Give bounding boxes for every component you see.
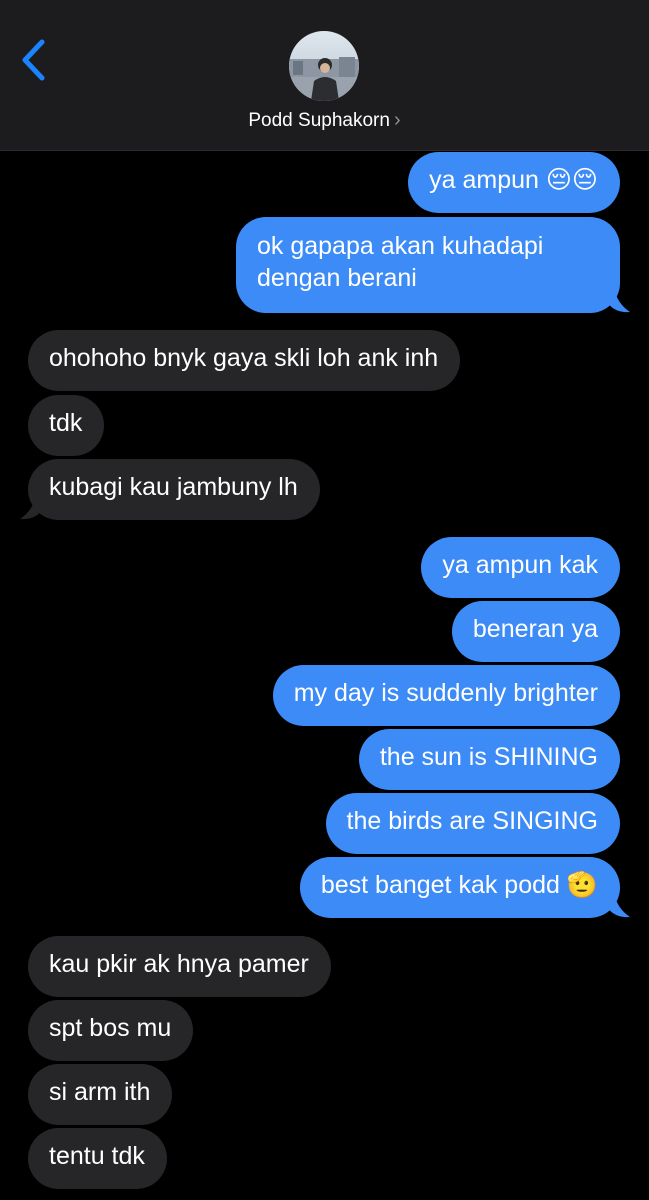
back-button[interactable] [18, 36, 50, 84]
chevron-right-icon: › [393, 109, 401, 131]
sent-message-bubble[interactable]: beneran ya [451, 601, 620, 662]
contact-name-button[interactable]: Podd Suphakorn › [0, 106, 649, 135]
received-message-bubble[interactable]: tdk [28, 395, 105, 456]
sent-message-bubble[interactable]: the sun is SHINING [358, 729, 620, 790]
sent-message-bubble[interactable]: my day is suddenly brighter [272, 665, 620, 726]
sent-message-bubble[interactable]: ya ampun 😔😔 [408, 152, 620, 213]
chevron-left-icon [22, 39, 45, 81]
conversation-header: Podd Suphakorn › [0, 0, 649, 151]
avatar[interactable] [289, 31, 359, 101]
received-bubble-tail [20, 495, 44, 520]
sent-bubble-tail [606, 893, 630, 918]
received-message-bubble[interactable]: kau pkir ak hnya pamer [28, 936, 331, 997]
sent-message-bubble[interactable]: ok gapapa akan kuhadapi dengan berani [236, 217, 620, 313]
received-message-bubble[interactable]: spt bos mu [28, 1000, 194, 1061]
contact-photo [289, 31, 359, 101]
sent-message-bubble[interactable]: ya ampun kak [421, 537, 620, 598]
received-message-bubble[interactable]: kubagi kau jambuny lh [28, 459, 320, 520]
sent-bubble-tail [606, 288, 630, 313]
received-message-bubble[interactable]: ohohoho bnyk gaya skli loh ank inh [28, 330, 461, 391]
received-message-bubble[interactable]: tentu tdk [28, 1128, 167, 1189]
sent-message-bubble[interactable]: the birds are SINGING [325, 793, 620, 854]
received-message-bubble[interactable]: si arm ith [28, 1064, 173, 1125]
sent-message-bubble[interactable]: best banget kak podd 🫡 [299, 857, 620, 918]
contact-name: Podd Suphakorn [248, 110, 390, 131]
